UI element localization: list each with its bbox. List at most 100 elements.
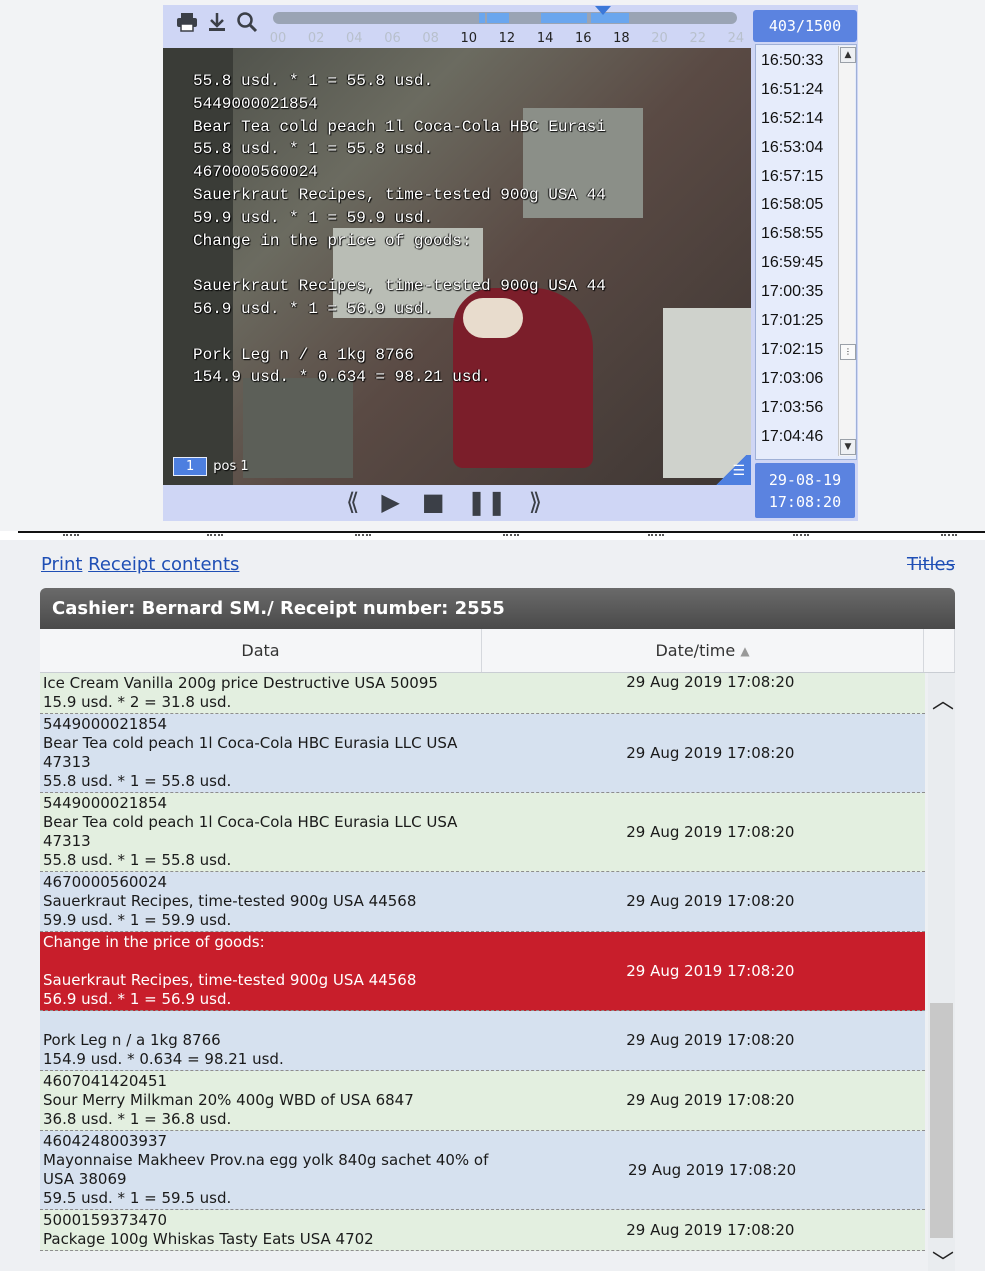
cell-line: [43, 952, 482, 971]
scroll-thumb[interactable]: ⋮: [840, 344, 856, 360]
time-list-item[interactable]: 16:52:14: [756, 105, 838, 134]
cell-data: Ice Cream Vanilla 200g price Destructive…: [40, 673, 485, 713]
cell-data: 4604248003937 Mayonnaise Makheev Prov.na …: [40, 1131, 489, 1209]
time-list-item[interactable]: 17:03:06: [756, 365, 838, 394]
time-list-item[interactable]: 17:00:35: [756, 278, 838, 307]
timeline[interactable]: 00 02 04 06 08 10 12 14 16 18 20 22 24: [270, 6, 744, 46]
table-row[interactable]: Change in the price of goods: Sauerkraut …: [40, 932, 925, 1011]
timeline-hours: 00 02 04 06 08 10 12 14 16 18 20 22 24: [267, 31, 747, 46]
pause-icon[interactable]: ❚❚: [467, 488, 507, 516]
titles-link[interactable]: Titles: [907, 554, 955, 575]
column-header-data[interactable]: Data: [40, 629, 482, 672]
magnifier-icon[interactable]: [235, 10, 259, 34]
time-items: 16:50:33 16:51:24 16:52:14 16:53:04 16:57:15…: [756, 47, 838, 451]
receipt-scrollbar[interactable]: ︿ ﹀: [928, 673, 955, 1271]
splitter-line: [18, 531, 985, 533]
table-row[interactable]: 5449000021854 Bear Tea cold peach 1l Coca…: [40, 793, 925, 872]
column-header-datetime[interactable]: Date/time ▲: [482, 629, 924, 672]
time-list-item[interactable]: 17:03:56: [756, 394, 838, 423]
table-row[interactable]: 4607041420451 Sour Merry Milkman 20% 400g…: [40, 1071, 925, 1131]
print-link[interactable]: Print: [41, 554, 82, 575]
timeline-segment: [487, 13, 509, 23]
table-row[interactable]: Ice Cream Vanilla 200g price Destructive…: [40, 673, 925, 714]
scroll-thumb[interactable]: [930, 1003, 953, 1238]
receipt-table: Cashier: Bernard SM./ Receipt number: 25…: [40, 588, 955, 1271]
timeline-hour-label: 20: [651, 31, 668, 46]
column-header-data-label: Data: [241, 641, 280, 660]
cell-data: Pork Leg n / a 1kg 8766 154.9 usd. * 0.63…: [40, 1011, 485, 1070]
cell-line: Sour Merry Milkman 20% 400g WBD of USA 6…: [43, 1091, 414, 1109]
cell-datetime: 29 Aug 2019 17:08:20: [628, 1160, 797, 1179]
rewind-icon[interactable]: ⟪: [346, 488, 359, 516]
timeline-hour-label: 06: [384, 31, 401, 46]
cell-line: Mayonnaise Makheev Prov.na egg yolk 840g…: [43, 1151, 489, 1169]
time-list-item[interactable]: 16:58:05: [756, 191, 838, 220]
panel-splitter[interactable]: [0, 531, 985, 540]
time-list-item[interactable]: 16:51:24: [756, 76, 838, 105]
timeline-hour-label: 16: [574, 31, 592, 46]
time-list-item[interactable]: 16:58:55: [756, 220, 838, 249]
panel-links: Print Receipt contents: [41, 554, 239, 575]
player-toolbar: [175, 10, 259, 34]
cell-datetime: 29 Aug 2019 17:08:20: [626, 892, 795, 910]
cell-line: 5000159373470: [43, 1211, 168, 1229]
download-icon[interactable]: [205, 10, 229, 34]
receipt-rows: Ice Cream Vanilla 200g price Destructive…: [40, 673, 925, 1251]
table-row[interactable]: 5000159373470 Package 100g Whiskas Tasty …: [40, 1210, 925, 1251]
receipt-text-overlay: 55.8 usd. * 1 = 55.8 usd. 5449000021854 …: [193, 72, 606, 387]
time-list: 16:50:33 16:51:24 16:52:14 16:53:04 16:57:15…: [755, 44, 857, 460]
chevron-up-icon[interactable]: ︿: [932, 683, 954, 715]
table-row[interactable]: 5449000021854 Bear Tea cold peach 1l Coca…: [40, 714, 925, 793]
timeline-track[interactable]: [273, 12, 737, 24]
stop-icon[interactable]: ■: [422, 488, 445, 516]
timeline-cursor[interactable]: [595, 6, 611, 15]
column-header-datetime-label: Date/time: [655, 641, 736, 660]
cell-line: 56.9 usd. * 1 = 56.9 usd.: [43, 990, 232, 1008]
timeline-hour-label: 14: [536, 31, 554, 46]
cell-line: USA 38069: [43, 1170, 127, 1188]
time-list-item[interactable]: 17:01:25: [756, 307, 838, 336]
column-header-spare: [924, 629, 955, 672]
table-row[interactable]: Pork Leg n / a 1kg 8766 154.9 usd. * 0.63…: [40, 1011, 925, 1071]
timeline-hour-label: 12: [498, 31, 516, 46]
time-list-scrollbar[interactable]: ▲ ⋮ ▼: [838, 46, 856, 456]
table-row[interactable]: 4670000560024 Sauerkraut Recipes, time-te…: [40, 872, 925, 932]
play-icon[interactable]: ▶: [381, 488, 399, 516]
chevron-down-icon[interactable]: ﹀: [932, 1245, 954, 1271]
current-date: 29-08-19: [768, 470, 842, 489]
video-menu-button[interactable]: ☰: [711, 455, 751, 485]
cell-datetime: 29 Aug 2019 17:08:20: [626, 1031, 795, 1049]
keyboard-shape: [243, 378, 353, 478]
sort-icon: ▲: [740, 643, 750, 658]
time-list-item[interactable]: 16:53:04: [756, 134, 838, 163]
scroll-up-icon[interactable]: ▲: [840, 47, 856, 63]
cell-datetime: 29 Aug 2019 17:08:20: [626, 822, 795, 841]
receipt-contents-link[interactable]: Receipt contents: [88, 554, 239, 575]
video-frame[interactable]: 55.8 usd. * 1 = 55.8 usd. 5449000021854 …: [163, 48, 751, 485]
cell-line: [43, 1012, 482, 1031]
time-list-item[interactable]: 16:59:45: [756, 249, 838, 278]
cell-line: Ice Cream Vanilla 200g price Destructive…: [43, 674, 438, 692]
timeline-hour-label: 24: [727, 31, 745, 46]
time-list-item[interactable]: 17:04:46: [756, 423, 838, 452]
cell-line: 5449000021854: [43, 715, 168, 733]
cell-data: 5000159373470 Package 100g Whiskas Tasty …: [40, 1210, 485, 1250]
printer-icon[interactable]: [175, 10, 199, 34]
fast-forward-icon[interactable]: ⟫: [529, 488, 542, 516]
cell-line: 5449000021854: [43, 794, 168, 812]
timeline-segment: [541, 13, 587, 23]
camera-number[interactable]: 1: [173, 457, 208, 476]
receipt-panel: Print Receipt contents Titles Cashier: B…: [0, 540, 985, 1271]
timeline-hour-label: 18: [613, 31, 630, 46]
time-list-item[interactable]: 16:57:15: [756, 163, 838, 192]
scroll-down-icon[interactable]: ▼: [840, 439, 856, 455]
cell-data: 4607041420451 Sour Merry Milkman 20% 400g…: [40, 1071, 485, 1130]
time-list-item[interactable]: 16:50:33: [756, 47, 838, 76]
cell-line: 55.8 usd. * 1 = 55.8 usd.: [43, 772, 232, 790]
table-row[interactable]: 4604248003937 Mayonnaise Makheev Prov.na …: [40, 1131, 925, 1210]
current-time: 17:08:20: [768, 492, 842, 511]
cell-line: 59.9 usd. * 1 = 59.9 usd.: [43, 911, 232, 929]
frame-counter: 403/1500: [753, 10, 857, 42]
time-list-item[interactable]: 17:02:15: [756, 336, 838, 365]
cell-datetime: 29 Aug 2019 17:08:20: [626, 1091, 795, 1109]
